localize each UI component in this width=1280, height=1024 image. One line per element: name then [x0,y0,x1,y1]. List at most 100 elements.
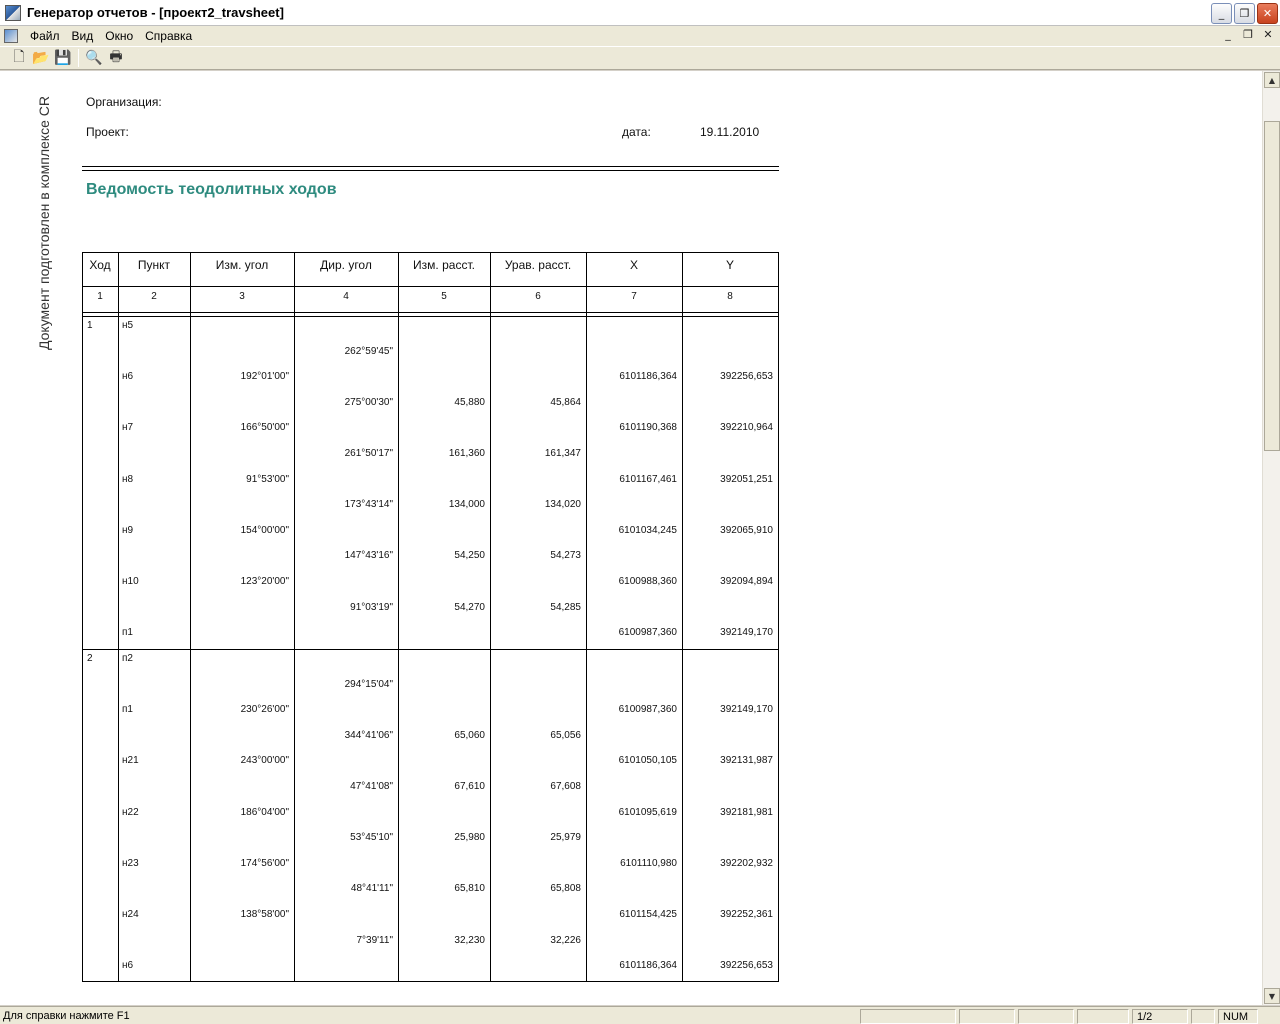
side-caption: Документ подготовлен в комплексе CR [36,96,52,350]
cell-adj: 65,808 [550,883,581,894]
cell-dir: 48°41'11" [350,883,393,894]
cell-dist: 65,810 [454,883,485,894]
cell-x: 6101050,105 [618,755,677,766]
cell-dist: 32,230 [454,935,485,946]
cell-adj: 161,347 [544,448,581,459]
header-divider-top [82,166,779,167]
cell-x: 6101167,461 [619,474,677,485]
cell-x: 6101110,980 [620,858,677,869]
app-icon [5,4,21,21]
report-title: Ведомость теодолитных ходов [86,181,337,198]
num-lock-indicator: NUM [1218,1009,1258,1024]
column-divider [490,252,491,982]
cell-dist: 54,270 [454,602,485,613]
column-number-col-traverse: 1 [97,291,103,302]
header-col-y: Y [725,258,734,272]
cell-angle: 154°00'00" [240,525,289,536]
traverse-table [82,252,779,982]
menu-help[interactable]: Справка [139,29,198,43]
cell-x: 6101190,368 [619,422,677,433]
mdi-minimize-button[interactable]: _ [1220,28,1236,41]
point-name: н8 [122,474,134,485]
cell-angle: 166°50'00" [240,422,289,433]
scroll-thumb[interactable] [1264,121,1280,451]
cell-dir: 7°39'11" [356,935,393,946]
menu-window[interactable]: Окно [99,29,139,43]
header-row-divider [82,286,779,287]
cell-y: 392256,653 [720,960,773,971]
close-button[interactable]: ✕ [1257,3,1278,24]
cell-dist: 54,250 [454,550,485,561]
cell-angle: 243°00'00" [240,755,289,766]
column-number-col-angle: 3 [239,291,245,302]
cell-dir: 262°59'45" [344,346,393,357]
traverse-divider [82,649,779,650]
point-name: н6 [122,960,134,971]
date-label: дата: [622,125,651,139]
cell-y: 392252,361 [720,909,773,920]
cell-x: 6100988,360 [618,576,677,587]
vertical-scrollbar[interactable]: ▲ ▼ [1262,71,1280,1005]
cell-dir: 261°50'17" [344,448,393,459]
scroll-up-icon[interactable]: ▲ [1264,72,1280,88]
cell-angle: 192°01'00" [240,371,289,382]
window-title: Генератор отчетов - [проект2_travsheet] [27,5,284,20]
minimize-button[interactable]: _ [1211,3,1232,24]
cell-x: 6101186,364 [619,371,677,382]
column-divider [118,252,119,982]
column-number-col-dist: 5 [441,291,447,302]
cell-x: 6101095,619 [618,807,677,818]
toolbar-separator [78,49,79,67]
print-icon[interactable]: 🖶 [105,48,127,68]
point-name: н9 [122,525,134,536]
status-panel-4 [1077,1009,1129,1024]
print-preview-icon[interactable]: 🔍 [83,48,105,68]
header-divider-bottom [82,170,779,171]
menu-file[interactable]: Файл [24,29,66,43]
traverse-id: 1 [87,320,93,331]
point-name: н22 [122,807,139,818]
project-label: Проект: [86,125,129,139]
new-document-icon[interactable]: 🗋 [8,48,30,68]
point-name: н5 [122,320,134,331]
header-col-dist: Изм. расст. [413,258,475,272]
open-folder-icon[interactable]: 📂 [30,48,52,68]
status-panel-1 [860,1009,956,1024]
cell-dist: 25,980 [454,832,485,843]
point-name: н21 [122,755,139,766]
cell-adj: 45,864 [550,397,581,408]
cell-y: 392149,170 [720,627,773,638]
header-col-dir: Дир. угол [320,258,372,272]
point-name: н24 [122,909,139,920]
point-name: п2 [122,653,133,664]
save-icon[interactable]: 💾 [52,48,74,68]
restore-button[interactable]: ❐ [1234,3,1255,24]
cell-x: 6100987,360 [618,704,677,715]
mdi-restore-button[interactable]: ❐ [1240,28,1256,41]
scroll-down-icon[interactable]: ▼ [1264,988,1280,1004]
point-name: п1 [122,627,133,638]
cell-dist: 161,360 [448,448,485,459]
cell-dir: 91°03'19" [350,602,393,613]
menu-view[interactable]: Вид [66,29,100,43]
header-col-traverse: Ход [89,258,111,272]
cell-angle: 186°04'00" [240,807,289,818]
cell-dist: 134,000 [448,499,485,510]
column-number-col-dir: 4 [343,291,349,302]
cell-x: 6101186,364 [619,960,677,971]
cell-dir: 275°00'30" [344,397,393,408]
traverse-id: 2 [87,653,93,664]
page-indicator: 1/2 [1132,1009,1188,1024]
column-divider [682,252,683,982]
column-number-col-adj: 6 [535,291,541,302]
document-menu-icon[interactable] [4,29,18,43]
title-bar: Генератор отчетов - [проект2_travsheet] … [0,0,1280,26]
status-panel-2 [959,1009,1015,1024]
cell-angle: 230°26'00" [240,704,289,715]
cell-angle: 123°20'00" [240,576,289,587]
header-col-x: X [629,258,638,272]
point-name: н23 [122,858,139,869]
cell-adj: 32,226 [550,935,581,946]
cell-adj: 134,020 [544,499,581,510]
mdi-close-button[interactable]: ✕ [1260,28,1276,41]
